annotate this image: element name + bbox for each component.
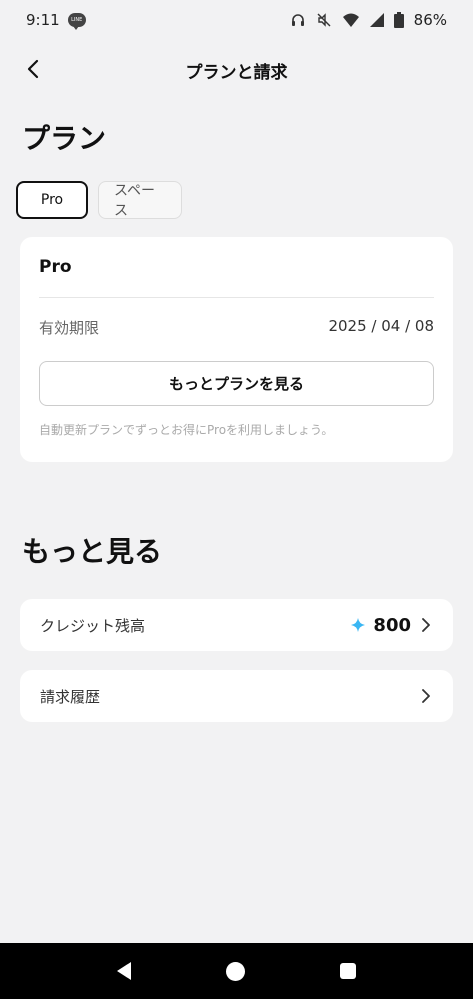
billing-history-row[interactable]: 請求履歴	[20, 670, 453, 722]
battery-percent: 86%	[413, 11, 447, 29]
status-bar-right: 86%	[290, 11, 447, 29]
expiry-date: 2025 / 04 / 08	[328, 317, 434, 335]
plan-card: Pro 有効期限 2025 / 04 / 08 もっとプランを見る 自動更新プラ…	[20, 237, 453, 462]
expiry-label: 有効期限	[39, 319, 100, 337]
credit-balance-row[interactable]: クレジット残高 800	[20, 599, 453, 651]
tab-pro[interactable]: Pro	[16, 181, 88, 219]
credit-balance-value: 800	[373, 614, 411, 636]
status-bar: 9:11 LINE 86%	[0, 0, 473, 40]
nav-recents-icon[interactable]	[339, 963, 356, 979]
auto-renew-hint: 自動更新プランでずっとお得にProを利用しましょう。	[39, 423, 334, 437]
page-title: プランと請求	[185, 63, 288, 83]
chevron-right-icon	[419, 618, 433, 632]
divider	[39, 297, 434, 298]
tab-space[interactable]: スペース	[98, 181, 182, 219]
mute-icon	[317, 13, 331, 27]
credit-balance-right: 800	[351, 615, 433, 636]
see-more-plans-button[interactable]: もっとプランを見る	[39, 361, 434, 406]
headphones-icon	[291, 14, 304, 26]
plan-name: Pro	[39, 257, 72, 277]
status-bar-left: 9:11 LINE	[26, 11, 86, 30]
credit-balance-label: クレジット残高	[40, 616, 146, 635]
more-section-title: もっと見る	[22, 535, 163, 568]
nav-back-icon[interactable]	[117, 962, 132, 980]
top-bar: プランと請求	[0, 48, 473, 92]
status-time: 9:11	[26, 11, 60, 29]
sparkle-icon	[351, 618, 366, 632]
line-notification-icon: LINE	[67, 13, 86, 30]
plan-section-title: プラン	[22, 122, 107, 155]
system-nav-bar	[0, 943, 473, 999]
wifi-icon	[342, 13, 359, 27]
nav-home-icon[interactable]	[225, 961, 245, 981]
chevron-right-icon	[419, 689, 433, 703]
plan-tabs: Pro スペース	[16, 181, 182, 219]
billing-history-label: 請求履歴	[40, 687, 101, 706]
battery-icon	[393, 12, 404, 28]
signal-icon	[369, 13, 384, 27]
